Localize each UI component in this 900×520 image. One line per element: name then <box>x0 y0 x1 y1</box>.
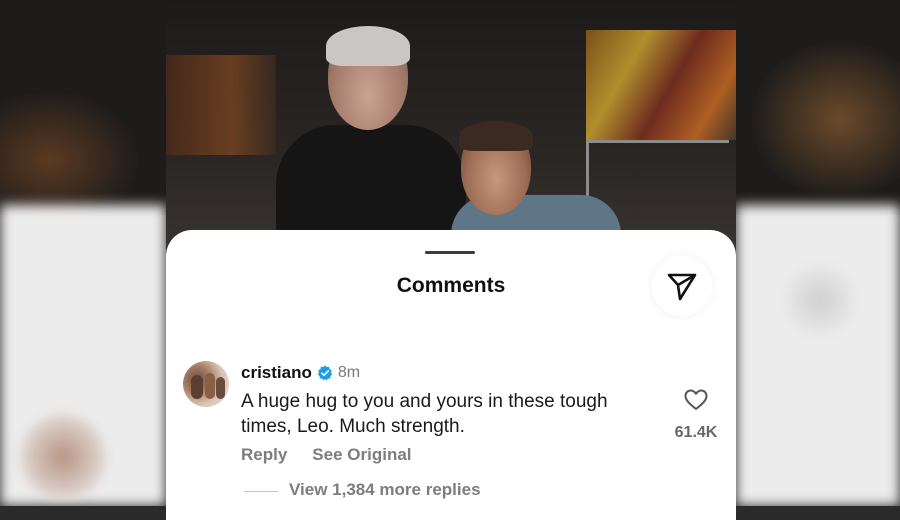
comment-header: cristiano 8m <box>241 363 360 383</box>
username[interactable]: cristiano <box>241 363 312 383</box>
background-mural <box>586 30 736 140</box>
post-photo <box>166 0 736 260</box>
background-mural <box>166 55 276 155</box>
person-left <box>276 26 466 260</box>
avatar[interactable] <box>183 361 229 407</box>
comment-text: A huge hug to you and yours in these tou… <box>241 391 608 437</box>
reply-button[interactable]: Reply <box>241 445 287 465</box>
blurred-background-right <box>736 0 900 506</box>
see-original-button[interactable]: See Original <box>312 445 411 465</box>
share-button[interactable] <box>652 256 712 316</box>
comments-sheet: Comments cristiano 8m A huge hug to you … <box>166 230 736 520</box>
like-count: 61.4K <box>674 424 718 441</box>
blurred-background-left <box>0 0 166 506</box>
verified-badge-icon <box>317 365 333 381</box>
replies-divider <box>244 491 278 492</box>
comment-timestamp: 8m <box>337 364 361 381</box>
sheet-title: Comments <box>396 274 506 297</box>
sheet-drag-handle[interactable] <box>425 251 475 254</box>
heart-icon <box>684 389 708 410</box>
comment-actions: Reply See Original <box>241 445 412 465</box>
view-replies-button[interactable]: View 1,384 more replies <box>289 480 481 500</box>
send-icon <box>667 273 697 301</box>
like-button[interactable] <box>672 389 720 411</box>
